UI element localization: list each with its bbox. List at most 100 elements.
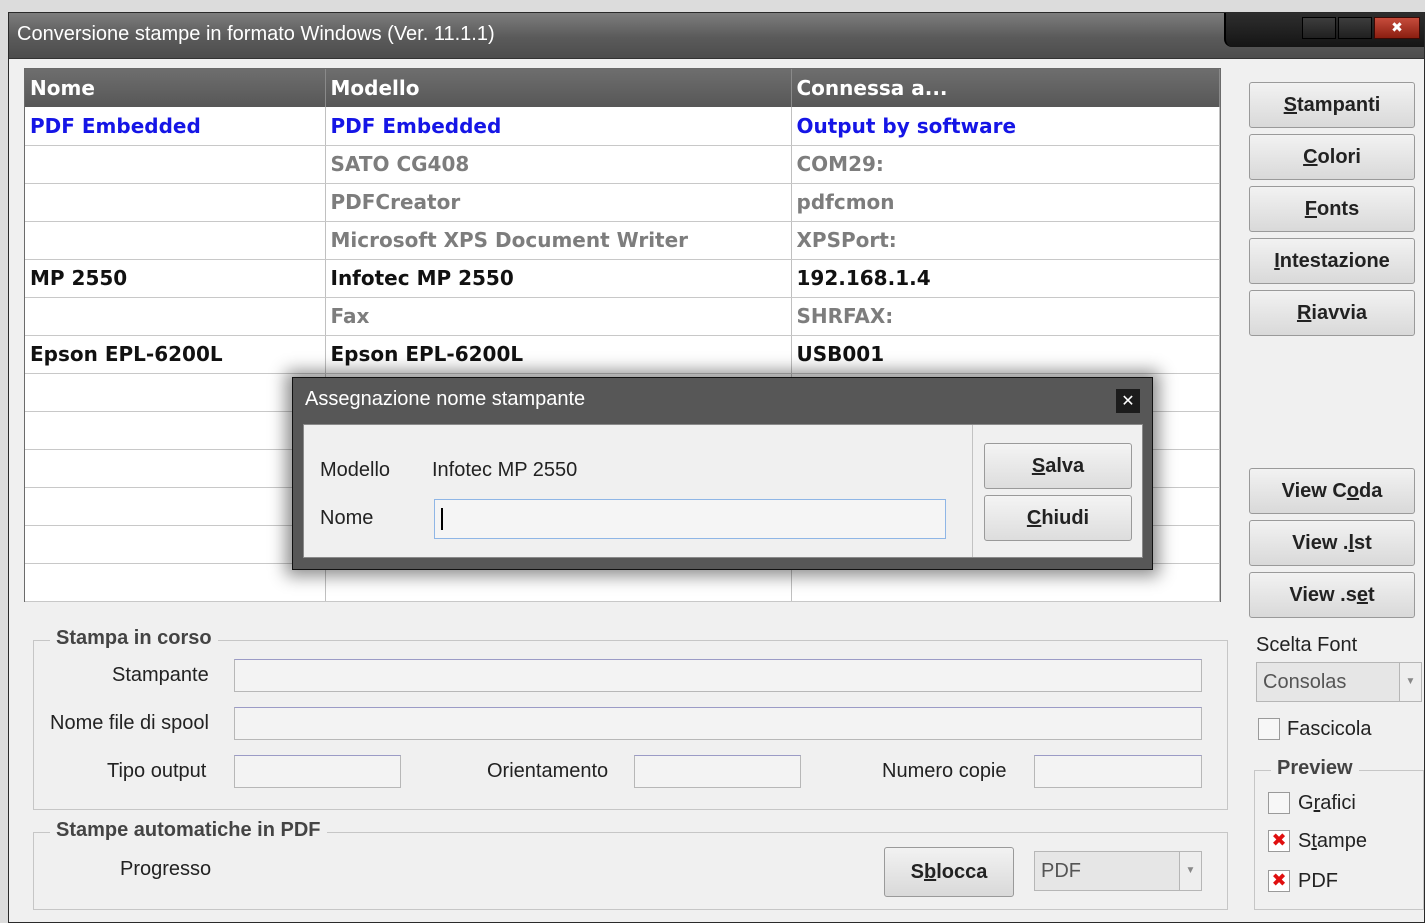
minimize-button[interactable]: [1302, 17, 1336, 39]
modello-label: Modello: [320, 459, 391, 481]
button-accel: C: [1026, 507, 1042, 529]
button-text: onts: [1317, 198, 1360, 220]
cell-connessa[interactable]: Output by software: [791, 107, 1220, 146]
button-accel: S: [1283, 94, 1297, 116]
stampe-checkbox[interactable]: ✖: [1268, 830, 1290, 852]
cell-modello[interactable]: PDFCreator: [325, 183, 792, 222]
button-accel: e: [1356, 584, 1368, 606]
fascicola-label: Fascicola: [1287, 718, 1372, 740]
font-select-value: Consolas: [1263, 671, 1347, 693]
cell-modello[interactable]: Epson EPL-6200L: [325, 335, 792, 374]
pdf-checkbox[interactable]: ✖: [1268, 870, 1290, 892]
table-row[interactable]: PDFCreator pdfcmon: [25, 183, 1220, 222]
cell-nome[interactable]: [25, 373, 326, 412]
font-select[interactable]: Consolas ▼: [1256, 662, 1422, 702]
window-title: Conversione stampe in formato Windows (V…: [17, 23, 495, 45]
cell-connessa[interactable]: XPSPort:: [791, 221, 1220, 260]
nome-label: Nome: [320, 507, 374, 529]
orientamento-label: Orientamento: [487, 760, 609, 782]
window-controls: ✖: [1224, 13, 1424, 47]
table-row[interactable]: Epson EPL-6200L Epson EPL-6200L USB001: [25, 335, 1220, 374]
cell-modello[interactable]: Fax: [325, 297, 792, 336]
maximize-button[interactable]: [1338, 17, 1372, 39]
cell-nome[interactable]: [25, 221, 326, 260]
button-accel: b: [923, 861, 937, 883]
button-accel: o: [1346, 480, 1360, 502]
view-lst-button[interactable]: View .lst: [1249, 520, 1415, 566]
cell-modello[interactable]: PDF Embedded: [325, 107, 792, 146]
cell-nome[interactable]: [25, 487, 326, 526]
orientamento-field: [634, 755, 801, 788]
colori-button[interactable]: Colori: [1249, 134, 1415, 180]
spool-label: Nome file di spool: [50, 712, 209, 734]
button-text: da: [1359, 480, 1383, 502]
close-icon: ✕: [1121, 391, 1135, 410]
tipo-output-field: [234, 755, 401, 788]
button-accel: S: [1031, 455, 1046, 477]
pdf-label: PDF: [1298, 870, 1338, 892]
cell-nome[interactable]: [25, 449, 326, 488]
table-row[interactable]: PDF Embedded PDF Embedded Output by softwa…: [25, 107, 1220, 146]
label-text: afici: [1320, 792, 1356, 814]
salva-button[interactable]: Salva: [984, 443, 1132, 489]
scelta-font-label: Scelta Font: [1256, 634, 1358, 656]
cell-nome[interactable]: [25, 563, 326, 602]
table-row[interactable]: MP 2550 Infotec MP 2550 192.168.1.4: [25, 259, 1220, 298]
dialog-body: Modello Infotec MP 2550 Nome Salva Chiud…: [303, 424, 1143, 558]
cell-nome[interactable]: PDF Embedded: [25, 107, 326, 146]
cell-nome[interactable]: Epson EPL-6200L: [25, 335, 326, 374]
button-text: S: [910, 861, 924, 883]
cell-nome[interactable]: [25, 183, 326, 222]
nome-input[interactable]: [434, 499, 946, 539]
cell-connessa[interactable]: 192.168.1.4: [791, 259, 1220, 298]
chevron-down-icon[interactable]: ▼: [1179, 852, 1201, 890]
table-row[interactable]: Fax SHRFAX:: [25, 297, 1220, 336]
cell-modello[interactable]: Microsoft XPS Document Writer: [325, 221, 792, 260]
cell-nome[interactable]: [25, 145, 326, 184]
column-header-modello[interactable]: Modello: [325, 69, 792, 107]
cell-connessa[interactable]: COM29:: [791, 145, 1220, 184]
column-header-connessa[interactable]: Connessa a...: [791, 69, 1220, 107]
close-button[interactable]: ✖: [1374, 17, 1420, 39]
sblocca-button[interactable]: Sblocca: [884, 847, 1014, 897]
cell-nome[interactable]: [25, 525, 326, 564]
fascicola-checkbox[interactable]: [1258, 718, 1280, 740]
grafici-checkbox[interactable]: [1268, 792, 1290, 814]
view-set-button[interactable]: View .set: [1249, 572, 1415, 618]
cell-connessa[interactable]: USB001: [791, 335, 1220, 374]
intestazione-button[interactable]: Intestazione: [1249, 238, 1415, 284]
dialog-close-button[interactable]: ✕: [1116, 389, 1140, 413]
grafici-label: Grafici: [1298, 792, 1356, 815]
button-text: t: [1367, 584, 1375, 606]
assign-name-dialog: Assegnazione nome stampante ✕ Modello In…: [292, 377, 1153, 570]
stampante-label: Stampante: [112, 664, 209, 686]
cell-nome[interactable]: MP 2550: [25, 259, 326, 298]
fonts-button[interactable]: Fonts: [1249, 186, 1415, 232]
format-select[interactable]: PDF ▼: [1034, 851, 1202, 891]
cell-connessa[interactable]: pdfcmon: [791, 183, 1220, 222]
stampanti-button[interactable]: Stampanti: [1249, 82, 1415, 128]
cell-connessa[interactable]: SHRFAX:: [791, 297, 1220, 336]
label-text: S: [1298, 830, 1312, 852]
table-row[interactable]: Microsoft XPS Document Writer XPSPort:: [25, 221, 1220, 260]
riavvia-button[interactable]: Riavvia: [1249, 290, 1415, 336]
button-accel: C: [1303, 146, 1318, 168]
chevron-down-icon[interactable]: ▼: [1399, 663, 1421, 701]
column-header-nome[interactable]: Nome: [25, 69, 326, 107]
title-bar[interactable]: Conversione stampe in formato Windows (V…: [9, 13, 1424, 59]
view-coda-button[interactable]: View Coda: [1249, 468, 1415, 514]
preview-title: Preview: [1271, 757, 1359, 780]
chiudi-button[interactable]: Chiudi: [984, 495, 1132, 541]
label-text: G: [1298, 792, 1314, 814]
numero-copie-field: [1034, 755, 1202, 788]
cell-modello[interactable]: Infotec MP 2550: [325, 259, 792, 298]
stampe-label: Stampe: [1298, 830, 1367, 853]
table-row[interactable]: SATO CG408 COM29:: [25, 145, 1220, 184]
table-header-row: Nome Modello Connessa a...: [25, 69, 1220, 107]
cell-modello[interactable]: SATO CG408: [325, 145, 792, 184]
button-text: View C: [1281, 480, 1347, 502]
button-accel: R: [1296, 302, 1312, 324]
cell-nome[interactable]: [25, 411, 326, 450]
button-text: View .: [1292, 532, 1349, 554]
cell-nome[interactable]: [25, 297, 326, 336]
